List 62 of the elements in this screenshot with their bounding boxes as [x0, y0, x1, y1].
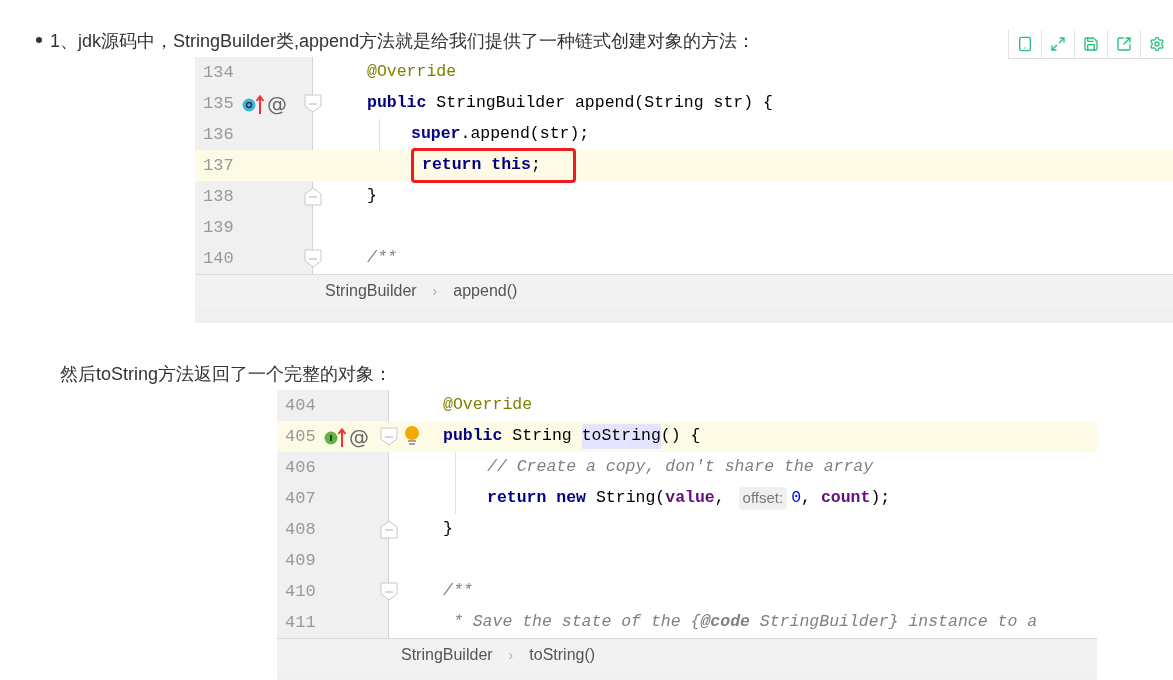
breadcrumb[interactable]: StringBuilder	[401, 643, 493, 667]
code-token: }	[443, 518, 453, 541]
code-token: () {	[660, 425, 701, 448]
code-token: StringBuilder} instance to a	[758, 611, 1038, 634]
code-token: String(	[594, 487, 666, 510]
line-number: 407	[284, 487, 317, 510]
fold-end-icon[interactable]	[304, 187, 322, 206]
breadcrumb-separator: ›	[508, 645, 514, 665]
fold-start-icon[interactable]	[304, 249, 322, 268]
line-number: 134	[202, 61, 235, 84]
fold-end-icon[interactable]	[380, 520, 398, 539]
line-number: 411	[284, 611, 317, 634]
line-number: 138	[202, 185, 235, 208]
breadcrumb[interactable]: StringBuilder	[325, 279, 417, 303]
list-item-text: 1、jdk源码中，StringBuilder类,append方法就是给我们提供了一种链式创建对象的方法：	[50, 30, 756, 53]
code-token: }	[367, 185, 377, 208]
code-token: // Create a copy, don't share the array	[487, 456, 874, 479]
code-token: ,	[801, 487, 812, 510]
fold-start-icon[interactable]	[304, 94, 322, 113]
fold-start-icon[interactable]	[380, 582, 398, 601]
line-number: 406	[284, 456, 317, 479]
line-number: 137	[202, 154, 235, 177]
code-token: @Override	[367, 61, 457, 84]
code-token: StringBuilder append(String str) {	[435, 92, 773, 115]
code-token: count	[820, 487, 871, 510]
code-token: public	[443, 425, 503, 448]
code-token: * Save the state of the {	[452, 611, 701, 634]
line-number: 409	[284, 549, 317, 572]
breadcrumb[interactable]: append()	[453, 279, 518, 303]
line-number: 136	[202, 123, 235, 146]
line-number: 408	[284, 518, 317, 541]
line-number: 140	[202, 247, 235, 270]
line-number: 405	[284, 425, 317, 448]
code-token: @code	[700, 611, 750, 634]
parameter-hint: offset:	[738, 487, 788, 510]
bullet-icon	[36, 37, 42, 43]
line-number: 404	[284, 394, 317, 417]
code-token: public	[367, 92, 427, 115]
code-token: /**	[367, 247, 397, 270]
fold-start-icon[interactable]	[380, 427, 398, 446]
code-token: /**	[443, 580, 473, 603]
code-token: ;	[530, 155, 541, 175]
code-token: toString	[581, 424, 661, 449]
line-number: 410	[284, 580, 317, 603]
annotation-marker: @	[267, 93, 287, 114]
lightbulb-icon[interactable]	[404, 425, 420, 448]
line-number: 139	[202, 216, 235, 239]
code-token: 0	[791, 487, 802, 510]
code-token: .append(str);	[460, 123, 590, 146]
code-token: );	[870, 487, 891, 510]
code-token: return new	[487, 487, 587, 510]
code-token: super	[411, 123, 461, 146]
line-number: 135	[202, 92, 235, 115]
code-token: @Override	[443, 394, 533, 417]
code-token: return this	[422, 155, 531, 175]
breadcrumb[interactable]: toString()	[529, 643, 596, 667]
code-token: ,	[714, 487, 726, 510]
code-token: String	[511, 425, 573, 448]
code-token: value	[665, 487, 715, 510]
paragraph: 然后toString方法返回了一个完整的对象：	[60, 363, 394, 386]
annotation-marker: @	[349, 426, 369, 447]
breadcrumb-separator: ›	[432, 281, 438, 301]
